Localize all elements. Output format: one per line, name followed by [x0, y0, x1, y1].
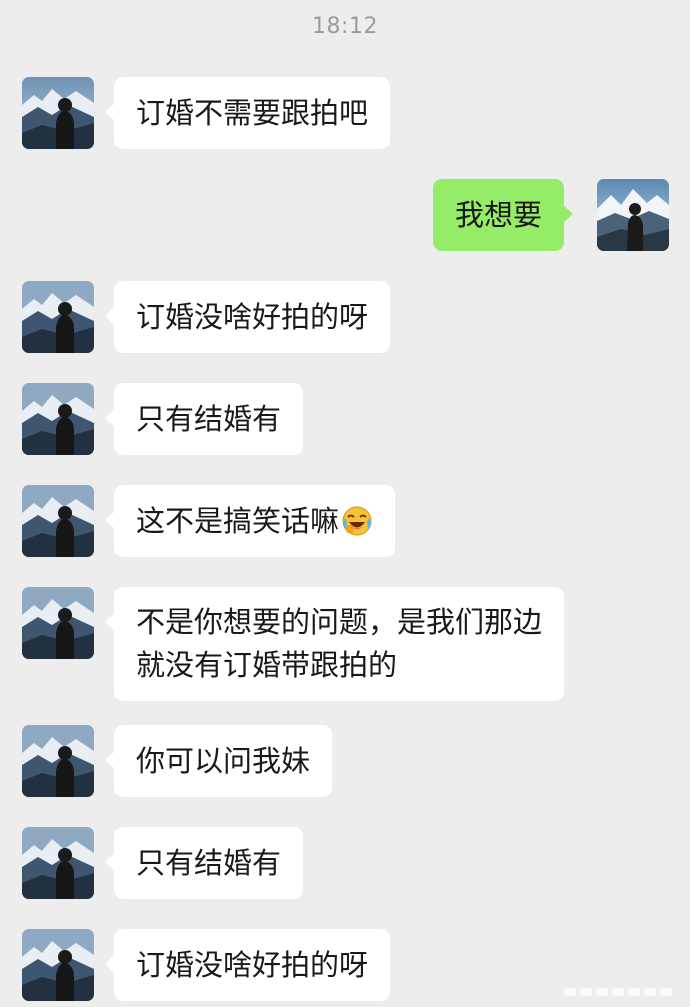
laughing-crying-emoji-icon: [342, 506, 372, 536]
mountain-portrait-image: [22, 827, 94, 899]
message-bubble-incoming[interactable]: 不是你想要的问题，是我们那边 就没有订婚带跟拍的: [104, 587, 565, 701]
mountain-portrait-image: [22, 383, 94, 455]
contact-avatar[interactable]: [22, 929, 94, 1001]
message-bubble-incoming[interactable]: 订婚不需要跟拍吧: [104, 77, 391, 149]
message-bubble-outgoing[interactable]: 我想要: [433, 179, 574, 251]
timestamp: 18:12: [312, 14, 378, 39]
message-bubble-incoming[interactable]: 订婚没啥好拍的呀: [104, 929, 391, 1001]
mountain-portrait-image: [22, 587, 94, 659]
contact-avatar[interactable]: [22, 77, 94, 149]
contact-avatar[interactable]: [22, 725, 94, 797]
watermark-logo: [564, 988, 672, 996]
message-text: 订婚没啥好拍的呀: [136, 948, 369, 982]
mountain-portrait-image: [22, 929, 94, 1001]
own-avatar[interactable]: [597, 179, 669, 251]
message-bubble-incoming[interactable]: 你可以问我妹: [104, 725, 333, 797]
contact-avatar[interactable]: [22, 827, 94, 899]
mountain-portrait-image: [22, 725, 94, 797]
contact-avatar[interactable]: [22, 383, 94, 455]
message-text-line-2: 就没有订婚带跟拍的: [136, 648, 398, 682]
message-text-line-1: 不是你想要的问题，是我们那边: [136, 605, 543, 639]
message-bubble-incoming[interactable]: 只有结婚有: [104, 383, 304, 455]
mountain-portrait-image: [597, 179, 669, 251]
message-text: 订婚不需要跟拍吧: [136, 96, 369, 130]
message-text: 我想要: [455, 198, 543, 232]
message-text: 你可以问我妹: [136, 744, 311, 778]
message-text: 这不是搞笑话嘛: [136, 504, 340, 538]
message-text: 只有结婚有: [136, 402, 282, 436]
contact-avatar[interactable]: [22, 587, 94, 659]
mountain-portrait-image: [22, 485, 94, 557]
mountain-portrait-image: [22, 281, 94, 353]
message-text: 订婚没啥好拍的呀: [136, 300, 369, 334]
message-text: 只有结婚有: [136, 846, 282, 880]
chat-conversation: 18:12 订婚不需要跟拍吧 我想要 订婚没啥好拍的呀 只有结婚有 这不是搞笑话…: [0, 0, 690, 1007]
message-bubble-incoming[interactable]: 这不是搞笑话嘛: [104, 485, 396, 557]
message-bubble-incoming[interactable]: 订婚没啥好拍的呀: [104, 281, 391, 353]
contact-avatar[interactable]: [22, 485, 94, 557]
contact-avatar[interactable]: [22, 281, 94, 353]
mountain-portrait-image: [22, 77, 94, 149]
message-bubble-incoming[interactable]: 只有结婚有: [104, 827, 304, 899]
